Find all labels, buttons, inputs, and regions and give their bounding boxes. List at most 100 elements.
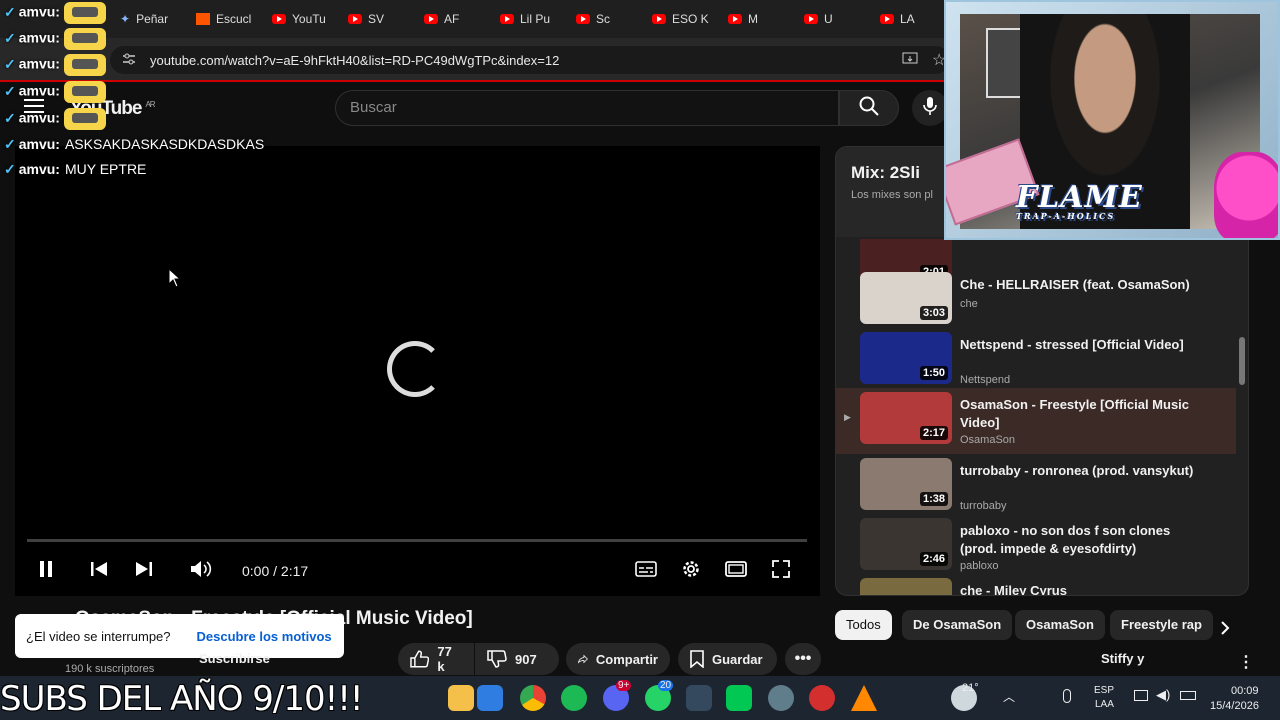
video-thumbnail[interactable]: 2:17 <box>860 392 952 444</box>
search-button[interactable] <box>839 90 899 126</box>
youtube-icon <box>424 14 438 24</box>
playlist-item-title: Nettspend - stressed [Official Video] <box>960 337 1184 352</box>
flame-logo-text: FLAME <box>1016 180 1143 215</box>
browser-tab[interactable]: U <box>794 4 866 34</box>
network-icon[interactable] <box>1134 690 1148 701</box>
fullscreen-button[interactable] <box>769 557 793 581</box>
volume-tray-icon[interactable]: ◀) <box>1156 687 1170 703</box>
browser-tab[interactable]: Lil Pu <box>490 4 562 34</box>
share-button[interactable]: Compartir <box>566 643 670 675</box>
filter-chip[interactable]: OsamaSon <box>1015 610 1105 640</box>
filter-chip[interactable]: Todos <box>835 610 892 640</box>
install-app-icon[interactable] <box>902 52 918 71</box>
verified-badge-icon: ✓ <box>4 55 16 72</box>
video-duration: 1:50 <box>919 366 948 380</box>
language-code[interactable]: ESP <box>1094 685 1114 696</box>
tray-expand-icon[interactable]: ︿ <box>1003 688 1015 705</box>
video-player[interactable]: 0:00 / 2:17 <box>15 146 820 596</box>
playlist-item[interactable]: ▶ 2:17 OsamaSon - Freestyle [Official Musi… <box>836 388 1236 454</box>
playlist-item-title: OsamaSon - Freestyle [Official Music Vid… <box>960 397 1190 430</box>
settings-gear-icon[interactable] <box>768 685 794 711</box>
popup-link[interactable]: Descubre los motivos <box>197 629 332 644</box>
browser-tab[interactable]: SV <box>338 4 410 34</box>
pause-button[interactable] <box>34 557 58 581</box>
subscribe-button[interactable]: Suscribirse <box>199 651 270 666</box>
progress-bar[interactable] <box>27 539 807 542</box>
address-bar[interactable]: youtube.com/watch?v=aE-9hFktH40&list=RD-… <box>110 46 950 74</box>
previous-button[interactable] <box>87 557 111 581</box>
video-thumbnail[interactable]: 1:50 <box>860 332 952 384</box>
dislike-button[interactable]: 907 <box>475 643 559 675</box>
browser-tab[interactable]: ✦ Peñar <box>110 4 182 34</box>
chat-text: MUY EPTRE <box>64 161 147 177</box>
youtube-icon <box>728 14 742 24</box>
obs-icon[interactable] <box>809 685 835 711</box>
settings-button[interactable] <box>679 557 703 581</box>
chat-username: amvu: <box>18 3 60 20</box>
clock-date[interactable]: 15/4/2026 <box>1210 700 1259 712</box>
playlist-item[interactable]: 2:46 pabloxo - no son dos f son clones (p… <box>836 514 1236 574</box>
chat-emote-icon <box>63 2 106 24</box>
tab-label: YouTu <box>292 12 326 26</box>
voice-search-button[interactable] <box>912 90 948 126</box>
video-thumbnail[interactable]: 1:38 <box>860 458 952 510</box>
browser-tab[interactable]: YouTu <box>262 4 334 34</box>
tab-label: M <box>748 12 758 26</box>
video-thumbnail[interactable]: 2:46 <box>860 518 952 570</box>
youtube-icon <box>804 14 818 24</box>
search-input[interactable]: Buscar <box>335 90 839 126</box>
related-more-icon[interactable]: ⋮ <box>1238 652 1254 672</box>
playlist-subtitle: Los mixes son pl <box>851 189 933 201</box>
browser-tab[interactable]: M <box>718 4 790 34</box>
playlist-title[interactable]: Mix: 2Sli <box>851 163 920 183</box>
scrollbar-thumb[interactable] <box>1239 337 1245 385</box>
browser-tab[interactable]: Sc <box>566 4 638 34</box>
battery-icon[interactable] <box>1180 691 1196 700</box>
store-icon[interactable] <box>477 685 503 711</box>
site-settings-icon[interactable] <box>122 52 136 69</box>
browser-tab[interactable]: AF <box>414 4 486 34</box>
like-button[interactable]: 77 k <box>398 643 474 675</box>
playlist-item[interactable]: 1:50 Nettspend - stressed [Official Video… <box>836 328 1236 388</box>
keyboard-layout[interactable]: LAA <box>1095 699 1114 710</box>
video-thumbnail[interactable]: 3:03 <box>860 272 952 324</box>
playlist-item-channel: Nettspend <box>960 374 1011 386</box>
browser-tab[interactable]: LA <box>870 4 942 34</box>
browser-tab[interactable]: Escucl <box>186 4 258 34</box>
bookmark-icon <box>690 650 704 668</box>
playlist-scrollbar[interactable] <box>1239 243 1245 593</box>
filter-chip[interactable]: Freestyle rap <box>1110 610 1213 640</box>
chat-text: ASKSAKDASKASDKDASDKAS <box>64 136 265 152</box>
subtitles-button[interactable] <box>634 557 658 581</box>
vlc-icon[interactable] <box>851 685 877 711</box>
volume-button[interactable] <box>189 557 213 581</box>
video-thumbnail[interactable] <box>860 578 952 595</box>
tab-label: Peñar <box>136 12 169 26</box>
video-duration: 1:38 <box>919 492 948 506</box>
file-explorer-icon[interactable] <box>448 685 474 711</box>
playlist-items: 2:01che3:03Che - HELLRAISER (feat. Osama… <box>836 239 1236 595</box>
app-icon[interactable] <box>686 685 712 711</box>
playlist-item[interactable]: 1:38 turrobaby - ronronea (prod. vansykut… <box>836 454 1236 514</box>
microphone-tray-icon[interactable] <box>1063 689 1071 703</box>
microphone-icon <box>923 96 937 121</box>
playlist-item[interactable]: 3:03 Che - HELLRAISER (feat. OsamaSon) che <box>836 268 1236 328</box>
spotify-icon[interactable] <box>561 685 587 711</box>
more-actions-button[interactable]: ••• <box>785 643 821 675</box>
popup-question: ¿El video se interrumpe? <box>26 628 171 644</box>
tab-label: Lil Pu <box>520 12 551 26</box>
next-icon <box>136 562 152 576</box>
chips-next-arrow-icon[interactable] <box>1220 620 1230 641</box>
browser-tab[interactable]: ESO K <box>642 4 714 34</box>
chrome-icon[interactable] <box>520 685 546 711</box>
next-button[interactable] <box>132 557 156 581</box>
youtube-icon <box>500 14 514 24</box>
playlist-item[interactable]: che - Miley Cyrus <box>836 574 1236 595</box>
theater-mode-button[interactable] <box>724 557 748 581</box>
filter-chip[interactable]: De OsamaSon <box>902 610 1013 640</box>
related-video-title[interactable]: Stiffy y <box>1101 651 1144 666</box>
chat-message: ✓ amvu: <box>4 2 106 24</box>
save-button[interactable]: Guardar <box>678 643 777 675</box>
kick-icon[interactable] <box>726 685 752 711</box>
clock-time[interactable]: 00:09 <box>1231 685 1259 697</box>
